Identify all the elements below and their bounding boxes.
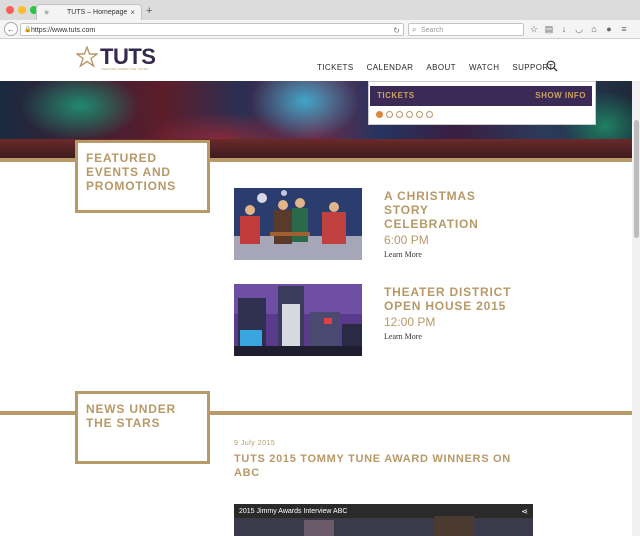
search-placeholder: Search (421, 27, 444, 34)
back-arrow-icon[interactable]: ← (4, 22, 18, 36)
reading-list-icon[interactable]: ▤ (543, 22, 555, 36)
new-tab-button[interactable]: + (146, 4, 152, 18)
url-text: https://www.tuts.com (31, 27, 96, 34)
slide-dot[interactable] (386, 111, 393, 118)
slide-dot[interactable] (426, 111, 433, 118)
event-image-christmas-story[interactable] (234, 188, 362, 260)
main-nav: TICKETS CALENDAR ABOUT WATCH SUPPORT (317, 63, 567, 72)
event-title-christmas-story[interactable]: A CHRISTMAS STORY CELEBRATION (384, 189, 479, 231)
slide-dot[interactable] (416, 111, 423, 118)
event-learn-more-link[interactable]: Learn More (384, 332, 422, 341)
promo-showinfo-link[interactable]: SHOW INFO (535, 91, 586, 100)
news-date: 9 July 2015 (234, 440, 276, 447)
share-icon[interactable]: ⋖ (521, 507, 528, 516)
close-window-button[interactable] (6, 6, 14, 14)
minimize-window-button[interactable] (18, 6, 26, 14)
tab-close-icon[interactable]: × (130, 5, 135, 21)
event-time: 12:00 PM (384, 315, 436, 329)
browser-search-input[interactable]: ⌕ Search (408, 23, 524, 36)
logo-star-icon[interactable] (76, 46, 98, 68)
video-title: 2015 Jimmy Awards Interview ABC (239, 508, 348, 515)
site-logo[interactable]: TUTS (100, 45, 156, 69)
browser-tabbar: ★ TUTS – Homepage × + (0, 0, 640, 21)
promo-bar: TICKETS SHOW INFO (370, 86, 592, 106)
news-video[interactable]: 2015 Jimmy Awards Interview ABC ⋖ (234, 504, 533, 536)
site-search-icon[interactable] (546, 60, 558, 72)
pocket-icon[interactable]: ◡ (573, 22, 585, 36)
event-time: 6:00 PM (384, 233, 429, 247)
slide-dot[interactable] (396, 111, 403, 118)
featured-heading: FEATURED EVENTS AND PROMOTIONS (86, 151, 177, 193)
bookmark-star-icon[interactable]: ☆ (528, 22, 540, 36)
favicon-star-icon: ★ (43, 8, 51, 17)
slide-dot[interactable] (406, 111, 413, 118)
slide-dots (376, 111, 433, 118)
home-icon[interactable]: ⌂ (588, 22, 600, 36)
menu-icon[interactable]: ≡ (618, 22, 630, 36)
news-heading: NEWS UNDER THE STARS (86, 402, 177, 430)
logo-tagline: THEATRE UNDER THE STARS (101, 67, 149, 71)
toolbar-icons: ☆ ▤ ↓ ◡ ⌂ ● ≡ (528, 22, 630, 36)
search-glass-icon: ⌕ (412, 25, 417, 34)
reload-icon[interactable]: ↻ (393, 24, 400, 37)
slide-dot[interactable] (376, 111, 383, 118)
chat-icon[interactable]: ● (603, 22, 615, 36)
nav-tickets[interactable]: TICKETS (317, 63, 354, 72)
event-image-theater-district[interactable] (234, 284, 362, 356)
promo-tickets-link[interactable]: TICKETS (377, 91, 415, 100)
tab-title: TUTS – Homepage (67, 9, 128, 16)
nav-calendar[interactable]: CALENDAR (367, 63, 414, 72)
nav-watch[interactable]: WATCH (469, 63, 499, 72)
url-bar[interactable]: 🔒 https://www.tuts.com ↻ (20, 23, 404, 36)
nav-about[interactable]: ABOUT (426, 63, 456, 72)
scrollbar-thumb[interactable] (634, 120, 639, 238)
window-controls (6, 6, 38, 14)
download-icon[interactable]: ↓ (558, 22, 570, 36)
browser-tab[interactable]: ★ TUTS – Homepage × (36, 4, 142, 20)
event-learn-more-link[interactable]: Learn More (384, 250, 422, 259)
news-title[interactable]: TUTS 2015 TOMMY TUNE AWARD WINNERS ON AB… (234, 452, 534, 480)
event-title-theater-district[interactable]: THEATER DISTRICT OPEN HOUSE 2015 (384, 285, 511, 313)
lock-icon: 🔒 (24, 27, 32, 33)
browser-toolbar: ← 🔒 https://www.tuts.com ↻ ⌕ Search ☆ ▤ … (0, 20, 640, 39)
